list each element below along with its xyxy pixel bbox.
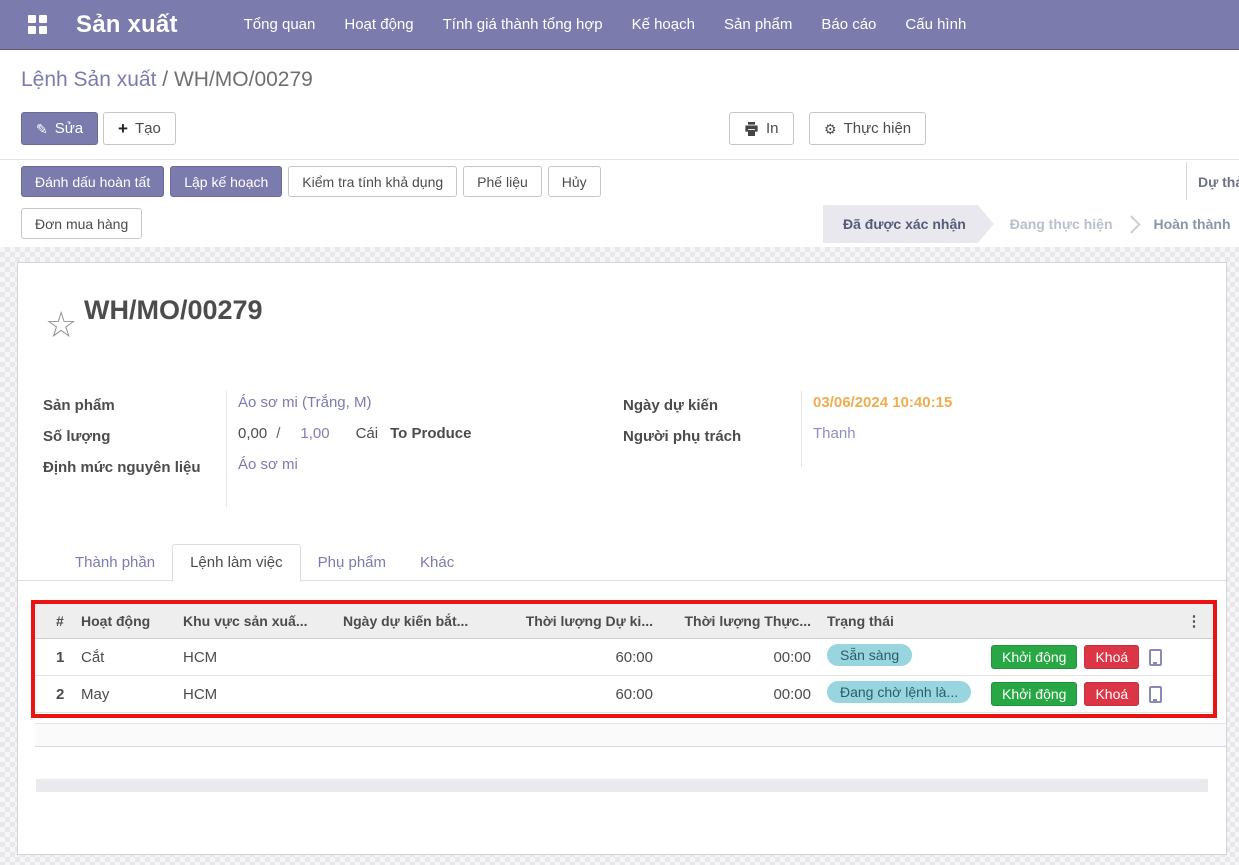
block-button[interactable]: Khoá — [1084, 682, 1139, 706]
row-workcenter: HCM — [183, 686, 343, 703]
bom-value-link[interactable]: Áo sơ mi — [238, 456, 298, 473]
notebook-tabs: Thành phần Lệnh làm việc Phụ phẩm Khác — [58, 544, 471, 581]
col-header-activity: Hoạt động — [75, 613, 183, 629]
col-header-status: Trạng thái — [817, 613, 983, 629]
row-index: 2 — [35, 686, 75, 703]
tab-components[interactable]: Thành phần — [58, 545, 172, 581]
statusbar: Đã được xác nhận Đang thực hiện Hoàn thà… — [823, 205, 1231, 243]
table-row[interactable]: 1 Cắt HCM 60:00 00:00 Sẵn sàng Khởi động… — [35, 639, 1213, 676]
print-button[interactable]: In — [729, 112, 794, 145]
col-header-index: # — [35, 613, 75, 629]
cancel-button[interactable]: Hủy — [548, 166, 601, 197]
manufacturing-order-page: Sản xuất Tổng quan Hoạt động Tính giá th… — [0, 0, 1239, 865]
check-availability-button[interactable]: Kiểm tra tính khả dụng — [288, 166, 457, 197]
responsible-label: Người phụ trách — [623, 425, 795, 448]
record-title: WH/MO/00279 — [84, 295, 263, 326]
date-value: 03/06/2024 10:40:15 — [813, 394, 952, 411]
quantity-produced: 0,00 — [238, 425, 267, 442]
bom-label: Định mức nguyên liệu — [43, 456, 215, 479]
quantity-label: Số lượng — [43, 425, 215, 448]
product-label: Sản phẩm — [43, 394, 215, 417]
purchase-order-button[interactable]: Đơn mua hàng — [21, 208, 142, 239]
action-gear-button[interactable]: ⚙ Thực hiện — [809, 112, 926, 145]
app-brand[interactable]: Sản xuất — [76, 11, 178, 39]
stage-draft[interactable]: Dự thảo — [1198, 174, 1239, 190]
breadcrumb: Lệnh Sản xuất / WH/MO/00279 — [21, 68, 313, 92]
plan-button[interactable]: Lập kế hoạch — [170, 166, 282, 197]
col-header-workcenter: Khu vực sản xuấ... — [183, 613, 343, 629]
row-activity: Cắt — [75, 649, 183, 666]
menu-planning[interactable]: Kế hoạch — [630, 12, 697, 37]
menu-products[interactable]: Sản phẩm — [722, 12, 794, 37]
workflow-buttons-row1: Đánh dấu hoàn tất Lập kế hoạch Kiểm tra … — [21, 166, 601, 197]
col-header-expected-duration: Thời lượng Dự ki... — [501, 613, 659, 629]
field-column-separator-left — [226, 391, 227, 507]
to-produce-tag: To Produce — [390, 425, 471, 442]
create-button[interactable]: + Tạo — [103, 112, 176, 145]
header-divider — [0, 159, 1239, 160]
stage-in-progress[interactable]: Đang thực hiện — [1010, 216, 1113, 232]
main-menu: Tổng quan Hoạt động Tính giá thành tổng … — [242, 12, 969, 37]
breadcrumb-current: WH/MO/00279 — [174, 68, 313, 91]
field-column-separator-right — [801, 391, 802, 467]
menu-operations[interactable]: Hoạt động — [342, 12, 415, 37]
block-button[interactable]: Khoá — [1084, 645, 1139, 669]
tab-misc[interactable]: Khác — [403, 545, 471, 581]
tab-byproducts[interactable]: Phụ phẩm — [301, 545, 403, 581]
pencil-icon: ✎ — [36, 122, 48, 136]
table-header-row: # Hoạt động Khu vực sản xuấ... Ngày dự k… — [35, 603, 1213, 639]
date-label: Ngày dự kiến — [623, 394, 795, 417]
menu-costing[interactable]: Tính giá thành tổng hợp — [441, 12, 605, 37]
menu-configuration[interactable]: Cấu hình — [903, 12, 968, 37]
status-badge: Sẵn sàng — [827, 644, 912, 666]
quantity-value: 0,00 / 1,00 Cái To Produce — [238, 425, 472, 442]
mark-done-button[interactable]: Đánh dấu hoàn tất — [21, 166, 164, 197]
row-expected-duration: 60:00 — [501, 649, 659, 666]
kebab-icon[interactable]: ⋮ — [1187, 612, 1202, 630]
apps-grid-icon[interactable] — [28, 15, 47, 34]
printer-icon — [744, 122, 759, 136]
star-icon[interactable]: ☆ — [45, 307, 77, 343]
gear-icon: ⚙ — [824, 122, 837, 136]
row-real-duration: 00:00 — [659, 649, 817, 666]
plus-icon: + — [118, 120, 128, 137]
breadcrumb-separator: / — [156, 68, 174, 91]
breadcrumb-parent[interactable]: Lệnh Sản xuất — [21, 68, 156, 91]
table-row[interactable]: 2 May HCM 60:00 00:00 Đang chờ lệnh là..… — [35, 676, 1213, 713]
workflow-buttons-row2: Đơn mua hàng — [21, 208, 142, 239]
status-badge: Đang chờ lệnh là... — [827, 681, 971, 703]
form-sheet: ☆ WH/MO/00279 Sản phẩm Số lượng Định mức… — [17, 262, 1227, 855]
statusbar-divider — [1186, 162, 1187, 200]
scrap-button[interactable]: Phế liệu — [463, 166, 542, 197]
row-activity: May — [75, 686, 183, 703]
table-footer-row — [35, 723, 1226, 747]
col-header-real-duration: Thời lượng Thực... — [659, 613, 817, 629]
row-expected-duration: 60:00 — [501, 686, 659, 703]
row-real-duration: 00:00 — [659, 686, 817, 703]
menu-reporting[interactable]: Báo cáo — [819, 12, 878, 37]
quantity-total: 1,00 — [300, 425, 329, 442]
edit-button[interactable]: ✎ Sửa — [21, 112, 98, 145]
tablet-icon[interactable] — [1149, 686, 1162, 703]
quantity-separator: / — [276, 425, 280, 442]
product-value-link[interactable]: Áo sơ mi (Trắng, M) — [238, 394, 371, 411]
top-navbar: Sản xuất Tổng quan Hoạt động Tính giá th… — [0, 0, 1239, 50]
tab-work-orders[interactable]: Lệnh làm việc — [172, 544, 301, 582]
menu-overview[interactable]: Tổng quan — [242, 12, 318, 37]
start-button[interactable]: Khởi động — [991, 645, 1077, 669]
quantity-uom: Cái — [356, 425, 379, 442]
chevron-right-icon — [1122, 215, 1140, 233]
row-index: 1 — [35, 649, 75, 666]
work-orders-table: # Hoạt động Khu vực sản xuấ... Ngày dự k… — [35, 603, 1213, 713]
responsible-value: Thanh — [813, 425, 856, 442]
col-header-start-date: Ngày dự kiến bắt... — [343, 613, 501, 629]
horizontal-scrollbar[interactable] — [36, 779, 1208, 792]
stage-confirmed[interactable]: Đã được xác nhận — [823, 205, 994, 243]
row-workcenter: HCM — [183, 649, 343, 666]
tablet-icon[interactable] — [1149, 649, 1162, 666]
stage-done[interactable]: Hoàn thành — [1154, 216, 1231, 232]
start-button[interactable]: Khởi động — [991, 682, 1077, 706]
